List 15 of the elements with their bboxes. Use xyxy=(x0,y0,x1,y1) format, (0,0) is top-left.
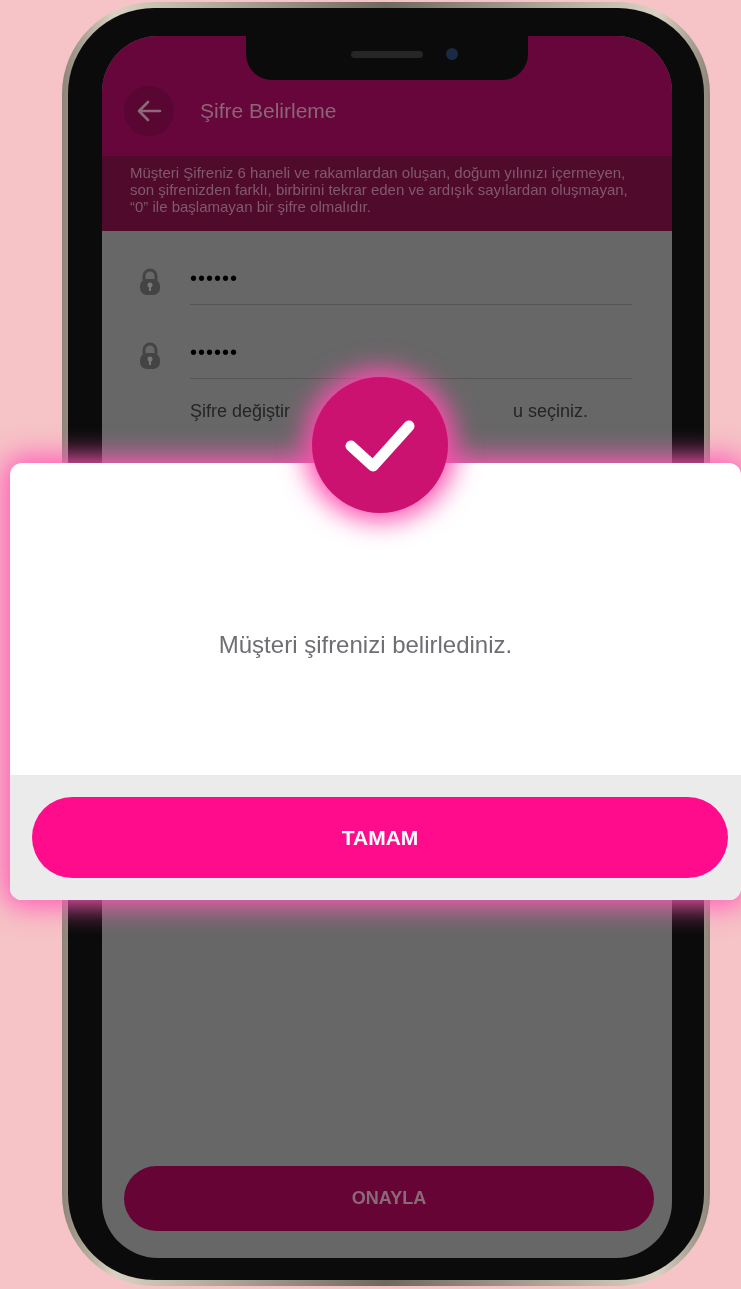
lock-icon xyxy=(138,342,162,370)
hint-text: Şifre değiştir xyxy=(190,401,292,422)
back-arrow-icon xyxy=(136,100,162,122)
ok-button[interactable]: TAMAM xyxy=(32,797,728,878)
speaker xyxy=(351,51,423,58)
hint-text: u seçiniz. xyxy=(513,401,590,422)
password-field[interactable]: •••••• xyxy=(190,259,632,305)
screen-title: Şifre Belirleme xyxy=(200,99,337,123)
lock-icon xyxy=(138,268,162,296)
checkmark-icon xyxy=(343,418,417,472)
dialog-message: Müşteri şifrenizi belirlediniz. xyxy=(218,631,513,659)
camera xyxy=(446,48,458,60)
confirm-button[interactable]: ONAYLA xyxy=(124,1166,654,1231)
back-button[interactable] xyxy=(124,86,174,136)
password-rules-text: Müşteri Şifreniz 6 haneli ve rakamlardan oluşan, doğum yılınızı içermeyen, son şifrenizden farklı, birbirini tekrar eden ve ardışık sayılardan oluşmayan, “0” ile başlamayan bir şifre olmalıdır. xyxy=(102,156,672,231)
